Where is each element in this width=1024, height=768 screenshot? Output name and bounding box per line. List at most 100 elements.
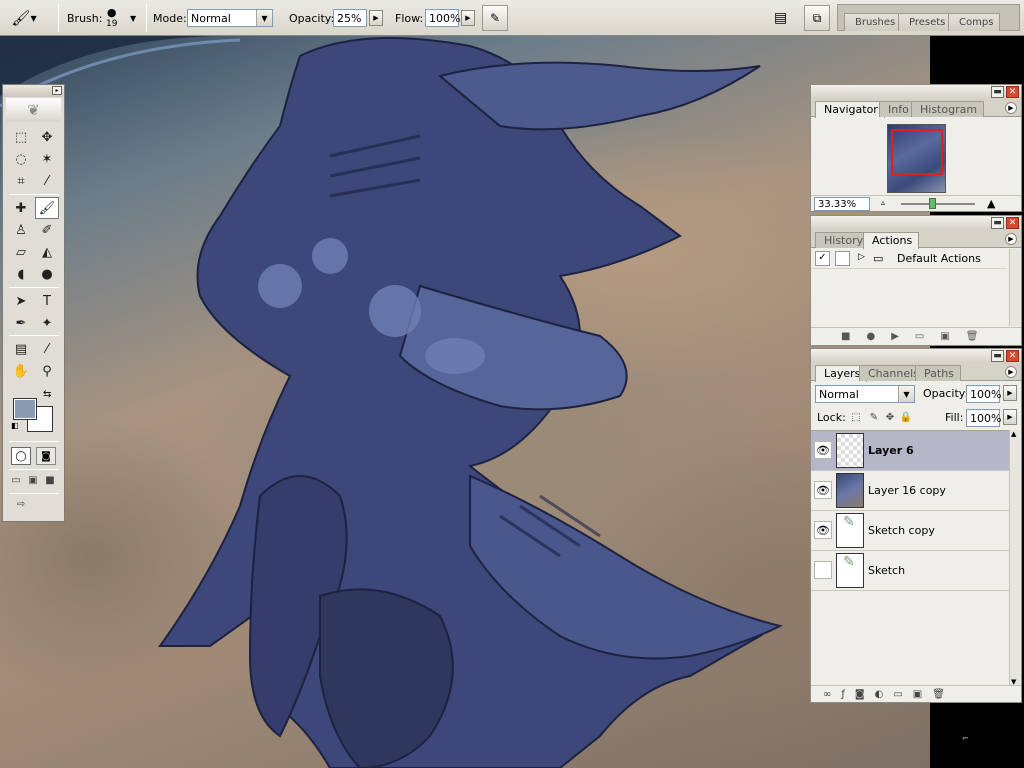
layer-row-layer-6[interactable]: 👁 Layer 6: [811, 431, 1012, 471]
tab-histogram[interactable]: Histogram: [911, 101, 985, 117]
layer-opacity-field[interactable]: 100%: [966, 385, 1001, 403]
close-icon[interactable]: ✕: [1006, 86, 1019, 98]
new-layer-icon[interactable]: ▣: [913, 689, 922, 700]
custom-shape-tool-icon[interactable]: ✦: [35, 312, 59, 334]
paint-bucket-tool-icon[interactable]: ◭: [35, 241, 59, 263]
default-colors-icon[interactable]: ◧: [11, 421, 19, 430]
expand-triangle-icon[interactable]: ▷: [858, 252, 865, 262]
new-set-icon[interactable]: ▭: [915, 331, 924, 342]
toolbox-menu-button[interactable]: ▸: [52, 86, 62, 95]
foreground-color-swatch[interactable]: [13, 398, 37, 420]
healing-brush-tool-icon[interactable]: ✚: [9, 197, 33, 219]
layer-opacity-arrow[interactable]: ▶: [1003, 385, 1017, 401]
actions-scrollbar[interactable]: [1009, 249, 1020, 326]
toolbox-titlebar[interactable]: ▸: [3, 85, 64, 97]
delete-layer-icon[interactable]: 🗑: [932, 689, 945, 700]
panel-menu-icon[interactable]: ▶: [1005, 366, 1017, 378]
path-selection-tool-icon[interactable]: ➤: [9, 290, 33, 312]
tool-preset-picker[interactable]: 🖌 ▼: [4, 5, 44, 31]
hand-tool-icon[interactable]: ✋: [9, 360, 33, 382]
navigator-titlebar[interactable]: ▬ ✕: [811, 85, 1021, 99]
well-tab-brushes[interactable]: Brushes: [844, 13, 903, 31]
clone-stamp-tool-icon[interactable]: ♙: [9, 219, 33, 241]
blur-tool-icon[interactable]: ◖: [9, 263, 33, 285]
tab-history[interactable]: History: [815, 232, 871, 248]
jump-to-imageready-icon[interactable]: ⇨: [9, 497, 33, 511]
eye-icon[interactable]: 👁: [814, 521, 832, 539]
eraser-tool-icon[interactable]: ▱: [9, 241, 33, 263]
checkmark-icon[interactable]: ✓: [815, 251, 830, 266]
type-tool-icon[interactable]: T: [35, 290, 59, 312]
swap-colors-icon[interactable]: ⇆: [43, 389, 51, 400]
slice-tool-icon[interactable]: ⁄: [35, 170, 59, 192]
file-browser-icon[interactable]: ▤: [774, 10, 787, 26]
zoom-slider[interactable]: [901, 203, 975, 205]
tab-paths[interactable]: Paths: [915, 365, 961, 381]
history-brush-tool-icon[interactable]: ✐: [35, 219, 59, 241]
mode-select[interactable]: Normal ▼: [187, 9, 273, 27]
opacity-field[interactable]: 25%: [333, 9, 367, 27]
lock-all-icon[interactable]: 🔒: [899, 410, 913, 424]
notes-tool-icon[interactable]: ▤: [9, 338, 33, 360]
airbrush-button[interactable]: ✎: [482, 5, 508, 31]
close-icon[interactable]: ✕: [1006, 350, 1019, 362]
brush-dropdown-icon[interactable]: ▼: [130, 14, 136, 23]
layers-titlebar[interactable]: ▬ ✕: [811, 349, 1021, 363]
zoom-slider-thumb[interactable]: [929, 198, 936, 209]
opacity-slider-arrow[interactable]: ▶: [369, 10, 383, 26]
minimize-icon[interactable]: ▬: [991, 350, 1004, 362]
full-screen-mode-icon[interactable]: ■: [43, 473, 57, 487]
pen-tool-icon[interactable]: ✒: [9, 312, 33, 334]
layer-mask-icon[interactable]: ◙: [855, 689, 865, 700]
eye-icon[interactable]: 👁: [814, 441, 832, 459]
new-group-icon[interactable]: ▭: [893, 689, 902, 700]
link-layers-icon[interactable]: ∞: [823, 689, 831, 700]
full-screen-menu-mode-icon[interactable]: ▣: [26, 473, 40, 487]
well-tab-comps[interactable]: Comps: [948, 13, 1001, 31]
action-set-row[interactable]: ✓ ▷ ▭ Default Actions: [811, 249, 1007, 269]
layer-style-icon[interactable]: ƒ: [841, 689, 845, 700]
lock-position-icon[interactable]: ✥: [883, 410, 897, 424]
eyedropper-tool-icon[interactable]: ⁄: [35, 338, 59, 360]
zoom-tool-icon[interactable]: ⚲: [35, 360, 59, 382]
brush-preset-picker[interactable]: ● 19: [106, 0, 117, 36]
layers-scrollbar[interactable]: ▲ ▼: [1009, 430, 1020, 686]
marquee-tool-icon[interactable]: ⬚: [9, 126, 33, 148]
flow-slider-arrow[interactable]: ▶: [461, 10, 475, 26]
new-action-icon[interactable]: ▣: [940, 331, 949, 342]
fill-field[interactable]: 100%: [966, 409, 1001, 427]
fill-arrow[interactable]: ▶: [1003, 409, 1017, 425]
crop-tool-icon[interactable]: ⌗: [9, 170, 33, 192]
move-tool-icon[interactable]: ✥: [35, 126, 59, 148]
stop-icon[interactable]: ■: [841, 331, 850, 342]
zoom-in-icon[interactable]: ▲: [987, 197, 995, 210]
standard-screen-mode-icon[interactable]: ▭: [9, 473, 23, 487]
trash-icon[interactable]: 🗑: [966, 331, 979, 342]
layer-row-layer-16-copy[interactable]: 👁 Layer 16 copy: [811, 471, 1012, 511]
dodge-tool-icon[interactable]: ●: [35, 263, 59, 285]
well-tab-presets[interactable]: Presets: [898, 13, 953, 31]
eye-icon[interactable]: 👁: [814, 481, 832, 499]
lasso-tool-icon[interactable]: ◌: [9, 148, 33, 170]
layer-row-sketch-copy[interactable]: 👁 ✎ Sketch copy: [811, 511, 1012, 551]
lock-transparency-icon[interactable]: ⬚: [849, 410, 863, 424]
blend-mode-select[interactable]: Normal ▼: [815, 385, 915, 403]
record-icon[interactable]: ●: [866, 331, 875, 342]
visibility-toggle-empty[interactable]: [814, 561, 832, 579]
minimize-icon[interactable]: ▬: [991, 217, 1004, 229]
zoom-field[interactable]: 33.33%: [814, 197, 870, 211]
adjustment-layer-icon[interactable]: ◐: [875, 689, 884, 700]
tab-actions[interactable]: Actions: [863, 232, 920, 249]
tab-navigator[interactable]: Navigator: [815, 101, 885, 118]
play-icon[interactable]: ▶: [891, 331, 899, 342]
magic-wand-tool-icon[interactable]: ✶: [35, 148, 59, 170]
actions-titlebar[interactable]: ▬ ✕: [811, 216, 1021, 230]
panel-menu-icon[interactable]: ▶: [1005, 102, 1017, 114]
close-icon[interactable]: ✕: [1006, 217, 1019, 229]
layer-row-sketch[interactable]: ✎ Sketch: [811, 551, 1012, 591]
panel-menu-icon[interactable]: ▶: [1005, 233, 1017, 245]
navigator-view-box[interactable]: [891, 129, 943, 175]
lock-image-icon[interactable]: ✎: [867, 410, 881, 424]
zoom-out-icon[interactable]: ▵: [881, 198, 885, 207]
document-canvas[interactable]: [0, 36, 930, 768]
